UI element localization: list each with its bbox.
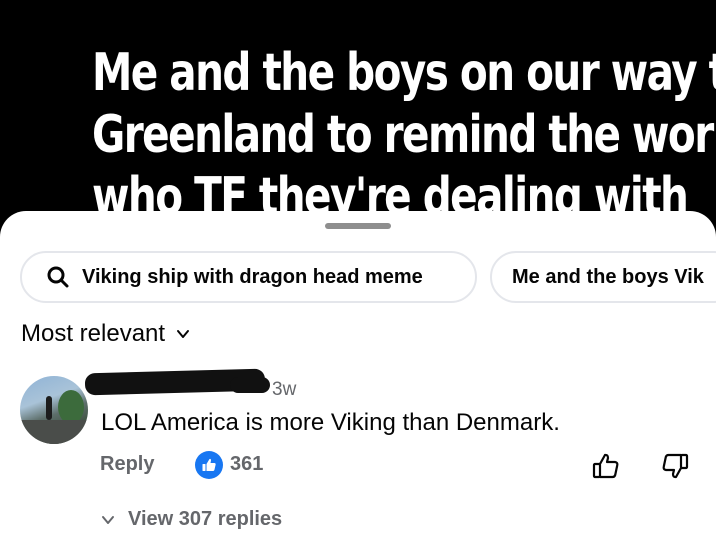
meme-image: Me and the boys on our way to Greenland …	[0, 0, 716, 240]
search-suggestion-label: Me and the boys Vik	[512, 265, 704, 288]
thumbs-up-icon	[202, 458, 216, 471]
upvote-icon[interactable]	[591, 451, 621, 481]
sort-label: Most relevant	[21, 320, 166, 347]
reply-button[interactable]: Reply	[100, 453, 154, 476]
search-suggestion-chip[interactable]: Viking ship with dragon head meme	[20, 251, 477, 303]
meme-caption-line: Greenland to remind the world	[92, 105, 716, 165]
redacted-username	[230, 377, 270, 393]
like-reaction-icon[interactable]	[195, 451, 223, 479]
search-suggestion-label: Viking ship with dragon head meme	[82, 265, 423, 288]
comments-sheet: Viking ship with dragon head meme Me and…	[0, 211, 716, 540]
search-suggestion-chip[interactable]: Me and the boys Vik	[490, 251, 716, 303]
comment-text: LOL America is more Viking than Denmark.	[101, 409, 560, 436]
meme-caption-line: Me and the boys on our way to	[92, 43, 716, 103]
view-replies-label: View 307 replies	[128, 508, 283, 530]
avatar[interactable]	[20, 376, 88, 444]
chevron-down-icon	[102, 515, 114, 524]
comment-timestamp: 3w	[272, 379, 297, 400]
view-replies-button[interactable]: View 307 replies	[100, 508, 282, 531]
like-count: 361	[230, 453, 264, 475]
chevron-down-icon	[177, 330, 190, 338]
drag-handle[interactable]	[325, 223, 391, 229]
downvote-icon[interactable]	[660, 451, 690, 481]
search-icon	[47, 266, 69, 288]
meme-caption: Me and the boys on our way to Greenland …	[92, 42, 716, 228]
sort-dropdown[interactable]: Most relevant	[21, 320, 191, 348]
